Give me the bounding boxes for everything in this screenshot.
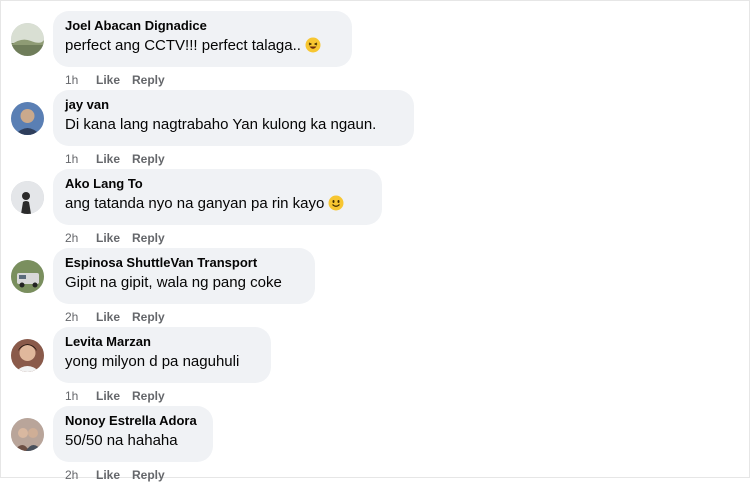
comment-actions: 1h Like Reply	[65, 152, 165, 166]
like-button[interactable]: Like	[96, 231, 120, 245]
like-button[interactable]: Like	[96, 73, 120, 87]
comment-bubble: Joel Abacan Dignadice perfect ang CCTV!!…	[53, 11, 352, 67]
reply-button[interactable]: Reply	[132, 231, 165, 245]
comment-text: ang tatanda nyo na ganyan pa rin kayo	[65, 194, 370, 214]
comment-body: perfect ang CCTV!!! perfect talaga..	[65, 37, 301, 54]
reply-button[interactable]: Reply	[132, 468, 165, 482]
comment-body: ang tatanda nyo na ganyan pa rin kayo	[65, 195, 325, 212]
comment-actions: 2h Like Reply	[65, 231, 165, 245]
avatar[interactable]	[11, 339, 44, 372]
reply-button[interactable]: Reply	[132, 310, 165, 324]
comment-text: yong milyon d pa naguhuli	[65, 353, 240, 370]
comment-text: perfect ang CCTV!!! perfect talaga..	[65, 36, 340, 56]
comment-author[interactable]: Espinosa ShuttleVan Transport	[65, 255, 303, 271]
comment-item: Espinosa ShuttleVan Transport Gipit na g…	[1, 248, 750, 327]
comment-timestamp[interactable]: 2h	[65, 468, 96, 482]
comment-text: 50/50 na hahaha	[65, 432, 178, 449]
comment-timestamp[interactable]: 2h	[65, 231, 96, 245]
comment-text: Di kana lang nagtrabaho Yan kulong ka ng…	[65, 116, 377, 133]
avatar[interactable]	[11, 181, 44, 214]
avatar-image-icon	[11, 260, 44, 293]
avatar[interactable]	[11, 260, 44, 293]
comment-timestamp[interactable]: 2h	[65, 310, 96, 324]
reply-button[interactable]: Reply	[132, 152, 165, 166]
comment-actions: 2h Like Reply	[65, 310, 165, 324]
comment-timestamp[interactable]: 1h	[65, 73, 96, 87]
comment-text: Gipit na gipit, wala ng pang coke	[65, 274, 282, 291]
comment-item: Nonoy Estrella Adora 50/50 na hahaha 2h L…	[1, 406, 750, 485]
like-button[interactable]: Like	[96, 468, 120, 482]
comment-actions: 1h Like Reply	[65, 389, 165, 403]
smiling-emoji-icon	[328, 195, 344, 211]
reply-button[interactable]: Reply	[132, 389, 165, 403]
like-button[interactable]: Like	[96, 389, 120, 403]
avatar-image-icon	[11, 418, 44, 451]
comment-actions: 1h Like Reply	[65, 73, 165, 87]
comment-bubble: Ako Lang To ang tatanda nyo na ganyan pa…	[53, 169, 382, 225]
avatar-image-icon	[11, 102, 44, 135]
comment-timestamp[interactable]: 1h	[65, 152, 96, 166]
comment-author[interactable]: Levita Marzan	[65, 334, 259, 350]
comment-item: jay van Di kana lang nagtrabaho Yan kulo…	[1, 90, 750, 169]
comment-bubble: Levita Marzan yong milyon d pa naguhuli	[53, 327, 271, 383]
comments-panel: Joel Abacan Dignadice perfect ang CCTV!!…	[0, 0, 750, 482]
comment-item: Levita Marzan yong milyon d pa naguhuli …	[1, 327, 750, 406]
comment-author[interactable]: Ako Lang To	[65, 176, 370, 192]
comment-actions: 2h Like Reply	[65, 468, 165, 482]
avatar[interactable]	[11, 23, 44, 56]
like-button[interactable]: Like	[96, 310, 120, 324]
comment-author[interactable]: jay van	[65, 97, 402, 113]
comment-bubble: Espinosa ShuttleVan Transport Gipit na g…	[53, 248, 315, 304]
avatar[interactable]	[11, 102, 44, 135]
comment-item: Ako Lang To ang tatanda nyo na ganyan pa…	[1, 169, 750, 248]
laughing-emoji-icon	[305, 37, 321, 53]
comment-author[interactable]: Joel Abacan Dignadice	[65, 18, 340, 34]
like-button[interactable]: Like	[96, 152, 120, 166]
avatar[interactable]	[11, 418, 44, 451]
comment-item: Joel Abacan Dignadice perfect ang CCTV!!…	[1, 11, 750, 90]
comment-bubble: jay van Di kana lang nagtrabaho Yan kulo…	[53, 90, 414, 146]
avatar-image-icon	[11, 181, 44, 214]
comment-timestamp[interactable]: 1h	[65, 389, 96, 403]
reply-button[interactable]: Reply	[132, 73, 165, 87]
comment-author[interactable]: Nonoy Estrella Adora	[65, 413, 201, 429]
avatar-image-icon	[11, 23, 44, 56]
avatar-image-icon	[11, 339, 44, 372]
comment-bubble: Nonoy Estrella Adora 50/50 na hahaha	[53, 406, 213, 462]
